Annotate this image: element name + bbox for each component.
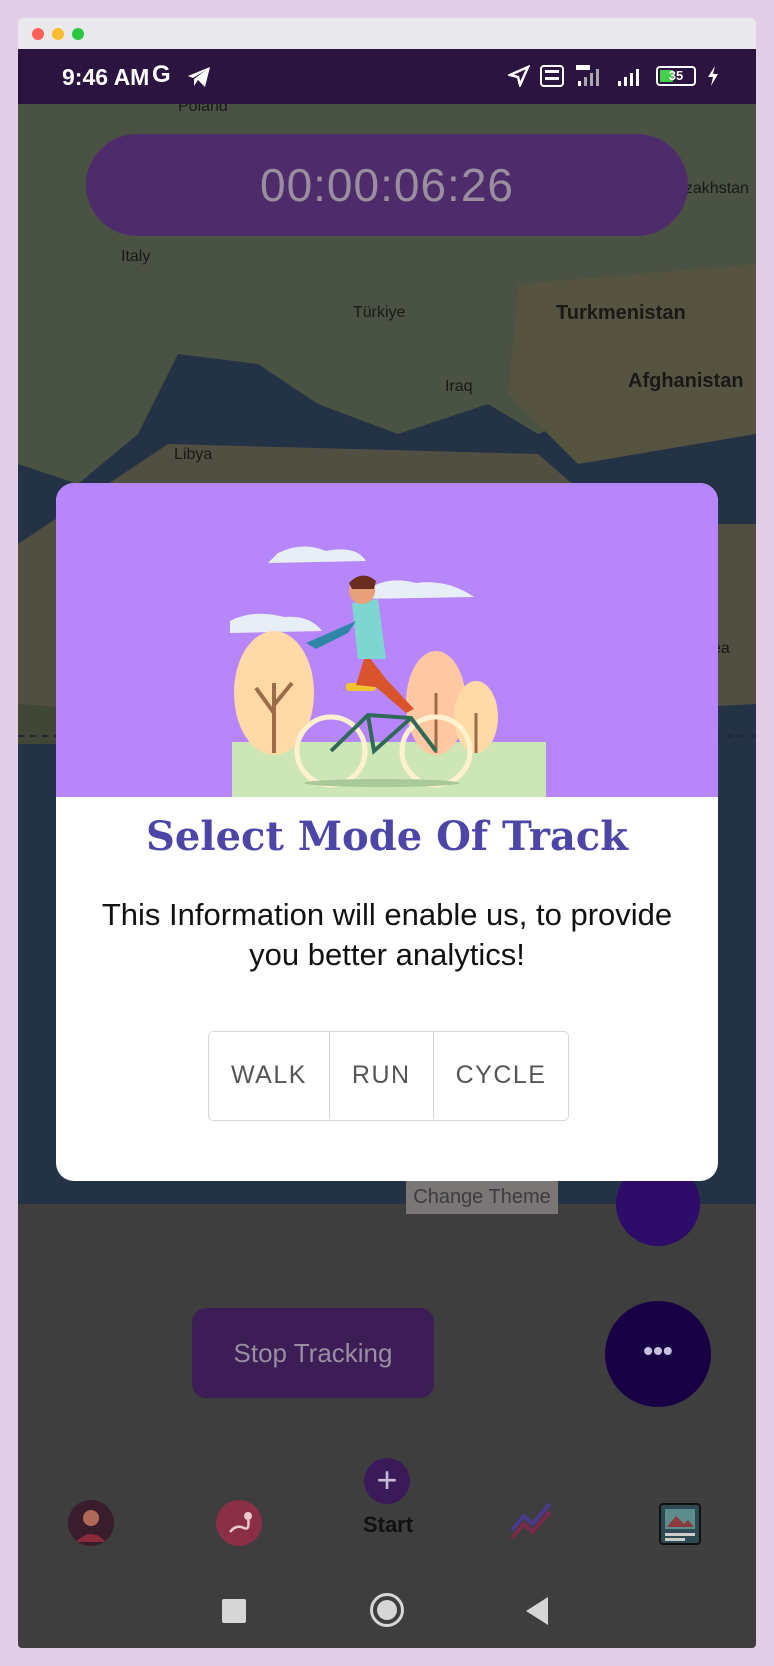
battery-indicator: 35 (656, 66, 696, 86)
app-window: 9:46 AM G 35 Poland Italy Türkiye Turkme… (18, 18, 756, 1648)
telegram-icon (188, 67, 210, 87)
track-mode-dialog: Select Mode Of Track This Information wi… (56, 483, 718, 1181)
run-mode-button[interactable]: RUN (330, 1032, 434, 1119)
walk-mode-button[interactable]: WALK (209, 1032, 330, 1119)
system-navigation-bar (18, 1583, 756, 1648)
start-label: Start (362, 1512, 414, 1537)
profile-nav-avatar[interactable] (68, 1500, 114, 1546)
gallery-icon (659, 1503, 701, 1545)
location-icon (508, 65, 530, 87)
home-button[interactable] (370, 1593, 404, 1627)
bottom-navigation: + Start (18, 1458, 756, 1558)
google-icon: G (152, 61, 171, 88)
signal-icon (618, 69, 639, 86)
change-theme-label[interactable]: Change Theme (406, 1180, 558, 1214)
status-bar: 9:46 AM G 35 (18, 49, 756, 104)
status-icons: 35 (508, 65, 720, 87)
window-titlebar (18, 18, 756, 49)
track-mode-toggle-group: WALK RUN CYCLE (208, 1031, 570, 1121)
signal-4g-icon (576, 65, 599, 86)
cycle-mode-button[interactable]: CYCLE (434, 1032, 569, 1119)
maximize-window-button[interactable] (72, 28, 84, 40)
gallery-nav-item[interactable] (658, 1502, 702, 1546)
close-window-button[interactable] (32, 28, 44, 40)
more-options-button[interactable]: ••• (605, 1301, 711, 1407)
dialog-message: This Information will enable us, to prov… (101, 897, 673, 972)
cyclist-illustration-art (230, 546, 546, 797)
route-pin-icon (216, 1500, 262, 1546)
trend-chart-icon (510, 1502, 552, 1540)
minimize-window-button[interactable] (52, 28, 64, 40)
start-button[interactable]: + (364, 1458, 410, 1504)
recents-button[interactable] (222, 1599, 246, 1623)
volte-icon (540, 65, 564, 87)
routes-nav-item[interactable] (216, 1500, 262, 1546)
elapsed-timer: 00:00:06:26 (86, 134, 688, 236)
cyclist-illustration (56, 483, 718, 797)
back-button[interactable] (526, 1597, 548, 1625)
charging-icon (708, 66, 718, 86)
status-time: 9:46 AM (62, 64, 150, 90)
stats-nav-item[interactable] (508, 1500, 554, 1546)
stop-tracking-button[interactable]: Stop Tracking (192, 1308, 434, 1398)
dialog-title: Select Mode Of Track (146, 813, 628, 860)
profile-icon (68, 1500, 114, 1546)
